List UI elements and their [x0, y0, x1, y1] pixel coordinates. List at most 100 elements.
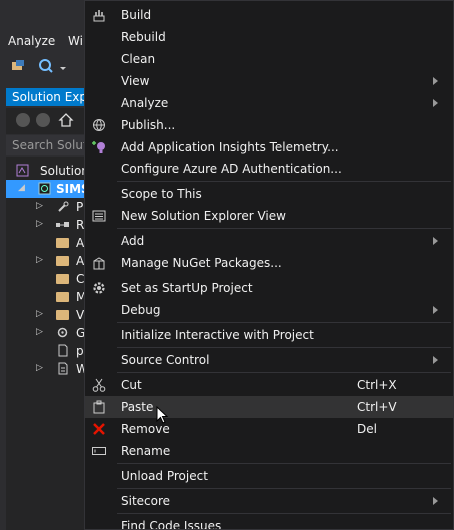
menu-item-label: Scope to This	[121, 187, 202, 201]
menu-item-label: Paste	[121, 400, 154, 414]
submenu-arrow-icon	[433, 356, 438, 364]
menu-item-label: Initialize Interactive with Project	[121, 328, 314, 342]
tree-item-folder[interactable]: C	[6, 270, 90, 288]
new-view-icon	[91, 208, 107, 224]
file-icon	[56, 344, 69, 357]
menu-item-scope-to-this[interactable]: Scope to This	[85, 183, 453, 205]
remove-icon	[91, 421, 107, 437]
collapse-arrow-icon[interactable]: ◢	[18, 183, 28, 195]
shortcut-text: Ctrl+X	[357, 378, 397, 392]
forward-icon[interactable]	[36, 113, 50, 127]
menu-separator	[117, 322, 451, 323]
menu-separator	[117, 347, 451, 348]
solution-icon	[16, 164, 29, 177]
menu-item-label: Add Application Insights Telemetry...	[121, 140, 339, 154]
tree-item-file[interactable]: ▷ W	[6, 360, 90, 378]
tree-item-references[interactable]: ▷ R	[6, 216, 90, 234]
menu-item-label: New Solution Explorer View	[121, 209, 286, 223]
solution-explorer-toolbar	[6, 108, 90, 134]
solution-tree: Solution ◢ SIMS ▷ P ▷ R A ▷ A C M ▷ V ▷ …	[6, 157, 90, 530]
menu-item-initialize-interactive[interactable]: Initialize Interactive with Project	[85, 324, 453, 346]
context-menu: Build Rebuild Clean View Analyze Publish…	[84, 0, 454, 530]
toolbar-dropdown-icon[interactable]	[58, 58, 68, 74]
menu-item-find-code-issues[interactable]: Find Code Issues	[85, 515, 453, 529]
menu-item-publish[interactable]: Publish...	[85, 114, 453, 136]
expand-arrow-icon[interactable]: ▷	[36, 201, 46, 213]
menu-item-view[interactable]: View	[85, 70, 453, 92]
menu-item-configure-azure-ad[interactable]: Configure Azure AD Authentication...	[85, 158, 453, 180]
menu-item-label: Manage NuGet Packages...	[121, 256, 282, 270]
menu-item-label: Rename	[121, 444, 171, 458]
menu-item-label: Source Control	[121, 353, 210, 367]
menu-item-add[interactable]: Add	[85, 230, 453, 252]
solution-explorer-title-bar[interactable]: Solution Explo	[6, 88, 98, 106]
menu-item-label: Analyze	[121, 96, 169, 110]
menu-item-remove[interactable]: Remove Del	[85, 418, 453, 440]
menu-item-rebuild[interactable]: Rebuild	[85, 26, 453, 48]
menu-item-paste[interactable]: Paste Ctrl+V	[85, 396, 453, 418]
menu-separator	[117, 463, 451, 464]
toolbar	[0, 54, 90, 80]
submenu-arrow-icon	[433, 99, 438, 107]
folder-icon	[56, 292, 69, 302]
menu-item-label: Sitecore	[121, 494, 171, 508]
tree-item-properties[interactable]: ▷ P	[6, 198, 90, 216]
menu-item-source-control[interactable]: Source Control	[85, 349, 453, 371]
menu-item-label: Clean	[121, 52, 156, 66]
config-file-icon	[56, 362, 69, 375]
menu-item-label: View	[121, 74, 150, 88]
menu-item-label: Rebuild	[121, 30, 166, 44]
folder-icon	[56, 274, 69, 284]
tree-item-folder[interactable]: ▷ V	[6, 306, 90, 324]
tree-label: A	[76, 254, 85, 268]
expand-arrow-icon[interactable]: ▷	[36, 363, 46, 375]
menu-item-build[interactable]: Build	[85, 4, 453, 26]
toolbar-search-icon[interactable]	[38, 58, 54, 74]
menu-item-sitecore[interactable]: Sitecore	[85, 490, 453, 512]
tree-item-solution[interactable]: Solution	[6, 162, 90, 180]
tree-item-folder[interactable]: ▷ A	[6, 252, 90, 270]
tree-item-file[interactable]: p	[6, 342, 90, 360]
menu-item-set-startup[interactable]: Set as StartUp Project	[85, 277, 453, 299]
toolbar-solution-icon[interactable]	[10, 58, 26, 74]
submenu-arrow-icon	[433, 306, 438, 314]
expand-arrow-icon[interactable]: ▷	[36, 255, 46, 267]
menu-window[interactable]: Wi	[68, 34, 83, 48]
build-icon	[91, 7, 107, 23]
expand-arrow-icon[interactable]: ▷	[36, 309, 46, 321]
shortcut-text: Del	[357, 422, 377, 436]
home-icon[interactable]	[58, 112, 74, 128]
back-icon[interactable]	[16, 113, 30, 127]
tree-label: V	[76, 308, 85, 322]
menu-item-label: Configure Azure AD Authentication...	[121, 162, 342, 176]
menu-separator	[117, 488, 451, 489]
menu-item-new-solution-explorer-view[interactable]: New Solution Explorer View	[85, 205, 453, 227]
menu-item-label: Publish...	[121, 118, 176, 132]
references-icon	[56, 218, 69, 231]
menu-separator	[117, 228, 451, 229]
menu-analyze[interactable]: Analyze	[8, 34, 55, 48]
menu-item-app-insights[interactable]: Add Application Insights Telemetry...	[85, 136, 453, 158]
menu-separator	[117, 513, 451, 514]
mouse-cursor-icon	[156, 405, 170, 426]
solution-search-input[interactable]: Search Solutio	[6, 135, 98, 155]
tree-item-folder[interactable]: A	[6, 234, 90, 252]
project-icon	[38, 182, 51, 195]
expand-arrow-icon[interactable]: ▷	[36, 327, 46, 339]
folder-icon	[56, 310, 69, 320]
submenu-arrow-icon	[433, 237, 438, 245]
tree-label: A	[76, 236, 85, 250]
tree-item-project[interactable]: ◢ SIMS	[6, 180, 90, 198]
expand-arrow-icon[interactable]: ▷	[36, 219, 46, 231]
menu-item-debug[interactable]: Debug	[85, 299, 453, 321]
tree-item-file[interactable]: ▷ G	[6, 324, 90, 342]
menu-item-label: Add	[121, 234, 145, 248]
menu-item-unload-project[interactable]: Unload Project	[85, 465, 453, 487]
menu-item-rename[interactable]: Rename	[85, 440, 453, 462]
tree-item-folder[interactable]: M	[6, 288, 90, 306]
menu-item-manage-nuget[interactable]: Manage NuGet Packages...	[85, 252, 453, 274]
menu-item-cut[interactable]: Cut Ctrl+X	[85, 374, 453, 396]
menu-item-analyze[interactable]: Analyze	[85, 92, 453, 114]
menu-item-label: Unload Project	[121, 469, 208, 483]
menu-item-clean[interactable]: Clean	[85, 48, 453, 70]
